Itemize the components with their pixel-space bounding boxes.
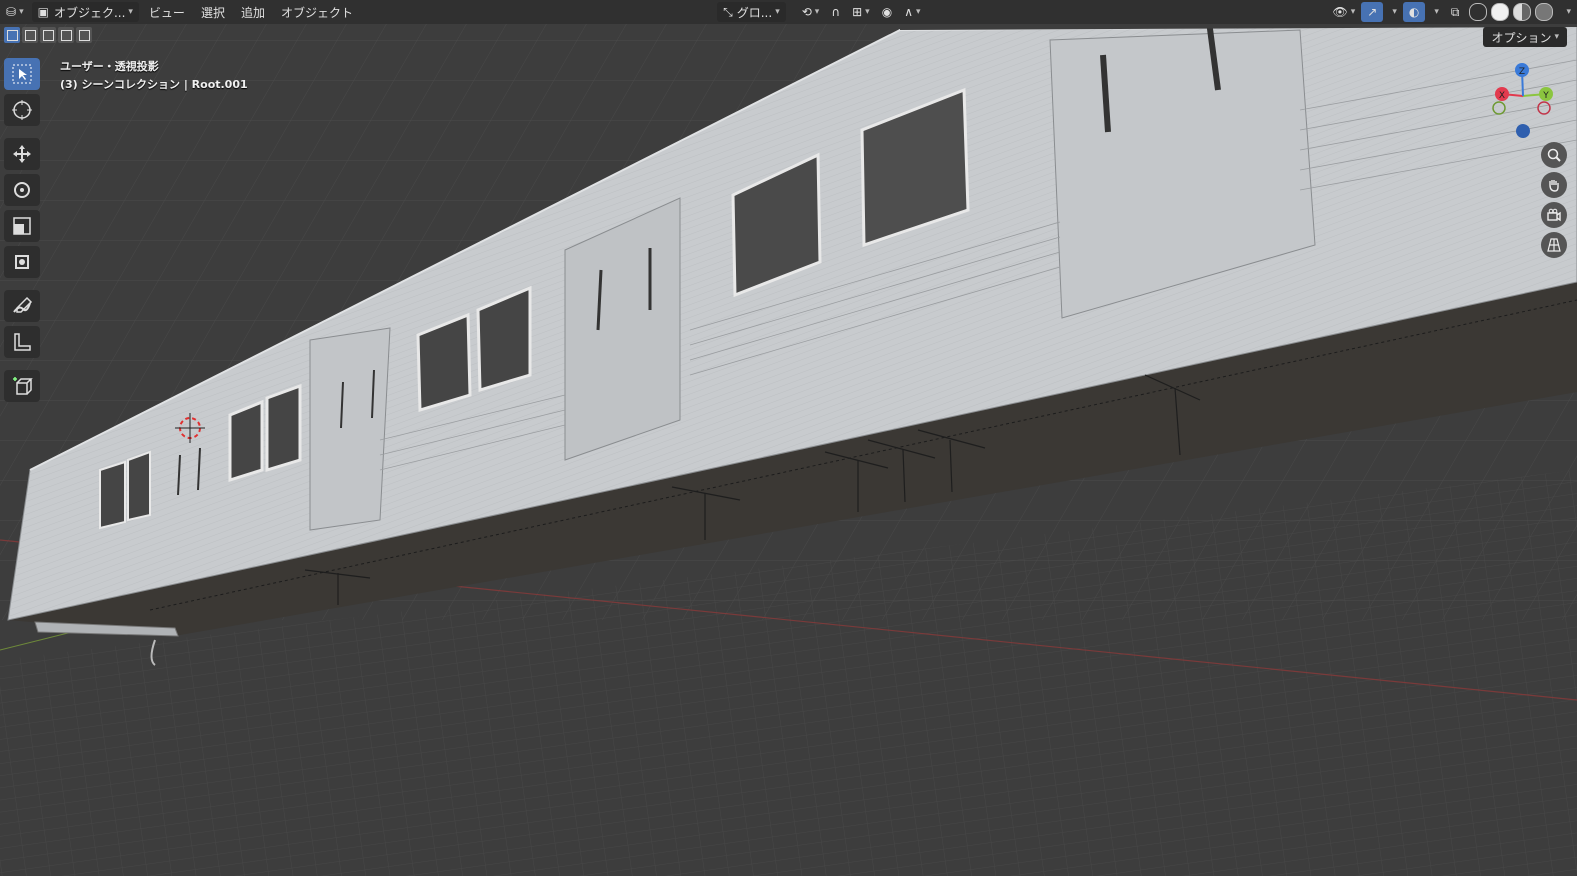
add-cube-tool[interactable] — [4, 370, 40, 402]
transform-icon — [15, 255, 29, 269]
collection-info: (3) シーンコレクション | Root.001 — [60, 78, 248, 91]
y-axis-label: Y — [1542, 91, 1549, 101]
transform-orientation-dropdown[interactable]: ⤡ グロ... ▾ — [717, 2, 786, 22]
window — [127, 450, 151, 522]
window — [265, 383, 302, 473]
gizmo-toggle[interactable]: ↗ — [1361, 2, 1384, 22]
measure-tool[interactable] — [4, 326, 40, 358]
move-tool[interactable] — [4, 138, 40, 170]
falloff-button[interactable]: ∧ ▾ — [898, 2, 926, 22]
transform-orientation-label: グロ... — [736, 5, 773, 20]
select-subtract-icon[interactable] — [40, 27, 56, 43]
xray-toggle[interactable]: ⧉ — [1445, 2, 1466, 22]
3d-viewport[interactable] — [0, 0, 1577, 876]
annotate-tool[interactable] — [4, 290, 40, 322]
perspective-toggle-button[interactable] — [1541, 232, 1567, 258]
overlay-toggle[interactable]: ◐ — [1402, 2, 1426, 22]
pivot-icon: ⟲ — [801, 5, 812, 19]
options-dropdown[interactable]: オプション ▾ — [1483, 27, 1567, 47]
measure-icon — [14, 333, 31, 351]
menu-view[interactable]: ビュー — [141, 0, 193, 24]
z-axis-label: Z — [1519, 67, 1525, 77]
magnet-icon: ∩ — [831, 5, 841, 19]
overlay-icon: ◐ — [1408, 5, 1420, 19]
material-shading-icon[interactable] — [1513, 3, 1532, 21]
editor-type-button[interactable]: ⛁ ▾ — [0, 2, 30, 22]
3d-viewport-icon: ⛁ — [6, 5, 17, 19]
snap-target-button[interactable]: ⊞ ▾ — [846, 2, 876, 22]
rotate-icon — [14, 182, 30, 198]
wireframe-shading-icon[interactable] — [1469, 3, 1488, 21]
select-invert-icon[interactable] — [58, 27, 74, 43]
snap-toggle[interactable]: ∩ — [825, 2, 846, 22]
window — [99, 460, 126, 530]
pan-button[interactable] — [1541, 172, 1567, 198]
gizmo-icon: ↗ — [1367, 5, 1378, 19]
object-mode-icon: ▣ — [37, 5, 49, 19]
zoom-button[interactable] — [1541, 142, 1567, 168]
scale-icon — [13, 217, 31, 235]
navigation-gizmo[interactable]: X Y Z — [1490, 58, 1560, 140]
overlay-dropdown[interactable]: ▾ — [1425, 2, 1445, 22]
tool-shelf — [4, 58, 42, 402]
chevron-down-icon: ▾ — [1434, 7, 1439, 17]
select-box-tool[interactable] — [4, 58, 40, 90]
chevron-down-icon: ▾ — [1392, 7, 1397, 17]
scale-tool[interactable] — [4, 210, 40, 242]
select-box-icon — [12, 64, 32, 84]
move-icon — [13, 145, 31, 163]
mode-dropdown[interactable]: ▣ オブジェク... ▾ — [31, 2, 139, 22]
shading-dropdown[interactable]: ▾ — [1557, 2, 1577, 22]
camera-view-button[interactable] — [1541, 202, 1567, 228]
rendered-shading-icon[interactable] — [1535, 3, 1554, 21]
viewport-info: ユーザー・透視投影 (3) シーンコレクション | Root.001 — [60, 58, 248, 94]
cursor-icon — [12, 100, 32, 120]
menu-object[interactable]: オブジェクト — [273, 0, 361, 24]
gizmo-dropdown[interactable]: ▾ — [1383, 2, 1403, 22]
proportional-edit-icon: ◉ — [881, 5, 893, 19]
chevron-down-icon: ▾ — [1554, 32, 1559, 42]
camera-icon — [1547, 208, 1561, 222]
mode-label: オブジェク... — [53, 5, 126, 20]
select-intersect-icon[interactable] — [76, 27, 92, 43]
grid-perspective-icon — [1547, 238, 1561, 252]
view-name: ユーザー・透視投影 — [60, 60, 159, 73]
annotate-icon — [13, 296, 33, 313]
window — [228, 399, 264, 483]
pivot-point-button[interactable]: ⟲ ▾ — [796, 2, 826, 22]
menu-add[interactable]: 追加 — [233, 0, 273, 24]
chevron-down-icon: ▾ — [1566, 7, 1571, 17]
visibility-button[interactable]: 👁 ▾ — [1327, 2, 1362, 22]
zoom-icon — [1547, 148, 1561, 162]
add-cube-icon — [13, 377, 33, 395]
select-new-icon[interactable] — [4, 27, 20, 43]
transform-tool[interactable] — [4, 246, 40, 278]
menu-select[interactable]: 選択 — [193, 0, 233, 24]
orientation-icon: ⤡ — [723, 4, 733, 19]
options-label: オプション — [1491, 30, 1552, 45]
solid-shading-icon[interactable] — [1491, 3, 1510, 21]
xray-icon: ⧉ — [1450, 4, 1460, 19]
falloff-curve-icon: ∧ — [904, 5, 913, 19]
chevron-down-icon: ▾ — [128, 7, 133, 17]
chevron-down-icon: ▾ — [775, 7, 780, 17]
selection-mode-row — [4, 27, 92, 43]
select-extend-icon[interactable] — [22, 27, 38, 43]
viewport-header: ⛁ ▾ ▣ オブジェク... ▾ ビュー 選択 追加 オブジェクト ⤡ グロ...… — [0, 0, 1577, 24]
eye-icon: 👁 — [1332, 5, 1348, 19]
x-axis-label: X — [1499, 91, 1505, 101]
rotate-tool[interactable] — [4, 174, 40, 206]
cursor-tool[interactable] — [4, 94, 40, 126]
snap-increment-icon: ⊞ — [852, 5, 863, 19]
shading-modes[interactable] — [1465, 2, 1557, 22]
proportional-edit-toggle[interactable]: ◉ — [876, 2, 898, 22]
hand-icon — [1549, 180, 1559, 192]
